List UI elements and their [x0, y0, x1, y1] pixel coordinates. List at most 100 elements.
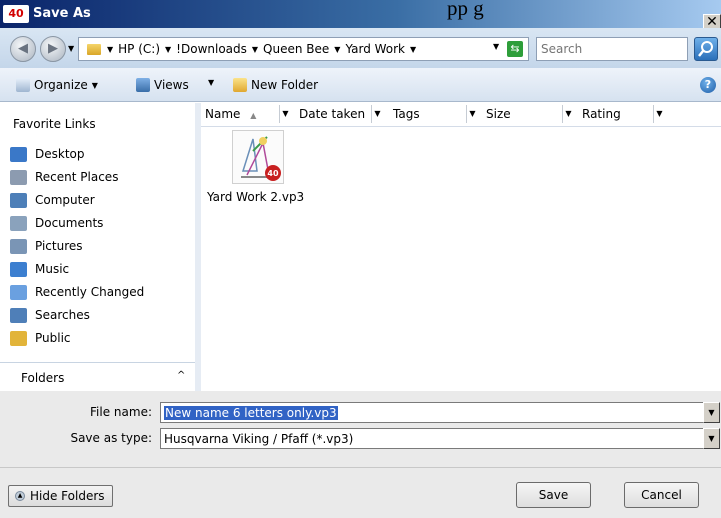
breadcrumb-yard-work[interactable]: Yard Work	[342, 42, 408, 56]
favorite-link-computer[interactable]: Computer	[10, 189, 95, 211]
search-input[interactable]	[536, 37, 688, 61]
file-name-label: File name:	[90, 405, 152, 419]
column-name-dropdown[interactable]: ▼	[279, 105, 291, 123]
save-as-type-dropdown[interactable]: ▼	[703, 428, 720, 449]
favorite-link-label: Recently Changed	[35, 285, 145, 299]
file-name-dropdown[interactable]: ▼	[703, 402, 720, 423]
hide-folders-button[interactable]: ▲ Hide Folders	[8, 485, 113, 507]
save-as-type-select[interactable]: Husqvarna Viking / Pfaff (*.vp3)	[160, 428, 704, 449]
favorite-link-documents[interactable]: Documents	[10, 212, 103, 234]
column-size[interactable]: Size	[486, 107, 511, 121]
organize-icon	[16, 78, 30, 92]
folders-label: Folders	[21, 371, 65, 385]
toolbar: Organize ▼ Views ▼ New Folder ?	[0, 68, 721, 102]
favorite-link-label: Recent Places	[35, 170, 119, 184]
column-size-dropdown[interactable]: ▼	[562, 105, 574, 123]
breadcrumb-downloads[interactable]: !Downloads	[173, 42, 250, 56]
help-icon[interactable]: ?	[700, 77, 716, 93]
chevron-down-icon: ▼	[91, 80, 98, 90]
forward-button[interactable]: ▶	[40, 36, 66, 62]
pane-splitter[interactable]	[195, 103, 201, 391]
recently-changed-icon	[10, 284, 27, 300]
organize-button[interactable]: Organize ▼	[16, 78, 98, 92]
column-rating[interactable]: Rating	[582, 107, 621, 121]
search-button[interactable]	[694, 37, 718, 61]
documents-icon	[10, 215, 27, 231]
searches-icon	[10, 307, 27, 323]
new-folder-label: New Folder	[251, 78, 319, 92]
recent-pages-chevron-icon[interactable]: ▼	[68, 44, 74, 53]
folder-icon	[87, 43, 101, 55]
svg-text:40: 40	[267, 169, 279, 178]
address-bar[interactable]: ▼ HP (C:) ▼ !Downloads ▼ Queen Bee ▼ Yar…	[78, 37, 529, 61]
column-tags-dropdown[interactable]: ▼	[466, 105, 478, 123]
file-name-value: New name 6 letters only.vp3	[164, 405, 338, 420]
cancel-button[interactable]: Cancel	[624, 482, 699, 508]
column-date-taken[interactable]: Date taken	[299, 107, 365, 121]
column-tags[interactable]: Tags	[393, 107, 420, 121]
new-folder-icon	[233, 78, 247, 92]
chevron-down-icon[interactable]: ▼	[163, 45, 173, 54]
save-as-type-value: Husqvarna Viking / Pfaff (*.vp3)	[164, 431, 354, 446]
favorite-link-label: Searches	[35, 308, 90, 322]
chevron-down-icon: ▼	[208, 78, 215, 87]
favorite-link-label: Public	[35, 331, 71, 345]
background-window-text: pp g	[447, 0, 484, 20]
views-icon	[136, 78, 150, 92]
favorite-link-searches[interactable]: Searches	[10, 304, 90, 326]
back-button[interactable]: ◀	[10, 36, 36, 62]
favorite-link-label: Documents	[35, 216, 104, 230]
divider	[0, 467, 721, 468]
desktop-icon	[10, 146, 27, 162]
column-header-row: Name ▲ ▼ Date taken ▼ Tags ▼ Size ▼ Rati…	[201, 103, 721, 127]
favorite-link-recently-changed[interactable]: Recently Changed	[10, 281, 144, 303]
save-as-type-label: Save as type:	[70, 431, 152, 445]
new-folder-button[interactable]: New Folder	[233, 78, 318, 92]
column-date-dropdown[interactable]: ▼	[371, 105, 383, 123]
sort-ascending-icon: ▲	[250, 111, 257, 120]
navigation-pane: Favorite Links Desktop Recent Places Compu…	[0, 103, 198, 391]
favorite-link-label: Music	[35, 262, 70, 276]
views-dropdown[interactable]: ▼	[208, 78, 214, 87]
column-name[interactable]: Name ▲	[205, 107, 256, 121]
chevron-down-icon[interactable]: ▼	[250, 45, 260, 54]
chevron-down-icon[interactable]: ▼	[332, 45, 342, 54]
column-name-label: Name	[205, 107, 241, 121]
favorite-link-label: Computer	[35, 193, 95, 207]
chevron-down-icon[interactable]: ▼	[408, 45, 418, 54]
views-label: Views	[154, 78, 189, 92]
pictures-icon	[10, 238, 27, 254]
breadcrumb-queen-bee[interactable]: Queen Bee	[260, 42, 332, 56]
collapse-icon: ▲	[15, 491, 25, 501]
views-button[interactable]: Views	[136, 78, 189, 92]
favorite-link-recent-places[interactable]: Recent Places	[10, 166, 118, 188]
chevron-up-icon: ^	[177, 370, 186, 381]
favorite-link-public[interactable]: Public	[10, 327, 71, 349]
back-arrow-icon: ◀	[18, 41, 28, 56]
chevron-down-icon: ▼	[708, 434, 715, 443]
address-row: ◀ ▶ ▼ ▼ HP (C:) ▼ !Downloads ▼ Queen Bee…	[0, 28, 721, 68]
file-thumbnail[interactable]: 40	[232, 130, 284, 184]
favorite-link-music[interactable]: Music	[10, 258, 69, 280]
favorite-link-pictures[interactable]: Pictures	[10, 235, 83, 257]
chevron-down-icon[interactable]: ▼	[105, 45, 115, 54]
breadcrumb-drive[interactable]: HP (C:)	[115, 42, 163, 56]
column-rating-dropdown[interactable]: ▼	[653, 105, 665, 123]
public-folder-icon	[10, 330, 27, 346]
file-name-field[interactable]: New name 6 letters only.vp3	[160, 402, 704, 423]
embroidery-file-icon: 40	[233, 131, 283, 183]
favorite-link-label: Desktop	[35, 147, 85, 161]
forward-arrow-icon: ▶	[48, 41, 58, 56]
chevron-down-icon: ▼	[708, 408, 715, 417]
save-button[interactable]: Save	[516, 482, 591, 508]
favorite-link-desktop[interactable]: Desktop	[10, 143, 85, 165]
hide-folders-label: Hide Folders	[30, 489, 105, 503]
favorite-links-heading: Favorite Links	[13, 117, 96, 131]
organize-label: Organize	[34, 78, 88, 92]
folders-toggle[interactable]: Folders ^	[0, 362, 197, 391]
favorite-link-label: Pictures	[35, 239, 83, 253]
address-dropdown-icon[interactable]: ▼	[493, 42, 499, 51]
refresh-icon[interactable]: ⇆	[507, 41, 523, 57]
file-name-label[interactable]: Yard Work 2.vp3	[207, 190, 304, 204]
music-icon	[10, 261, 27, 277]
